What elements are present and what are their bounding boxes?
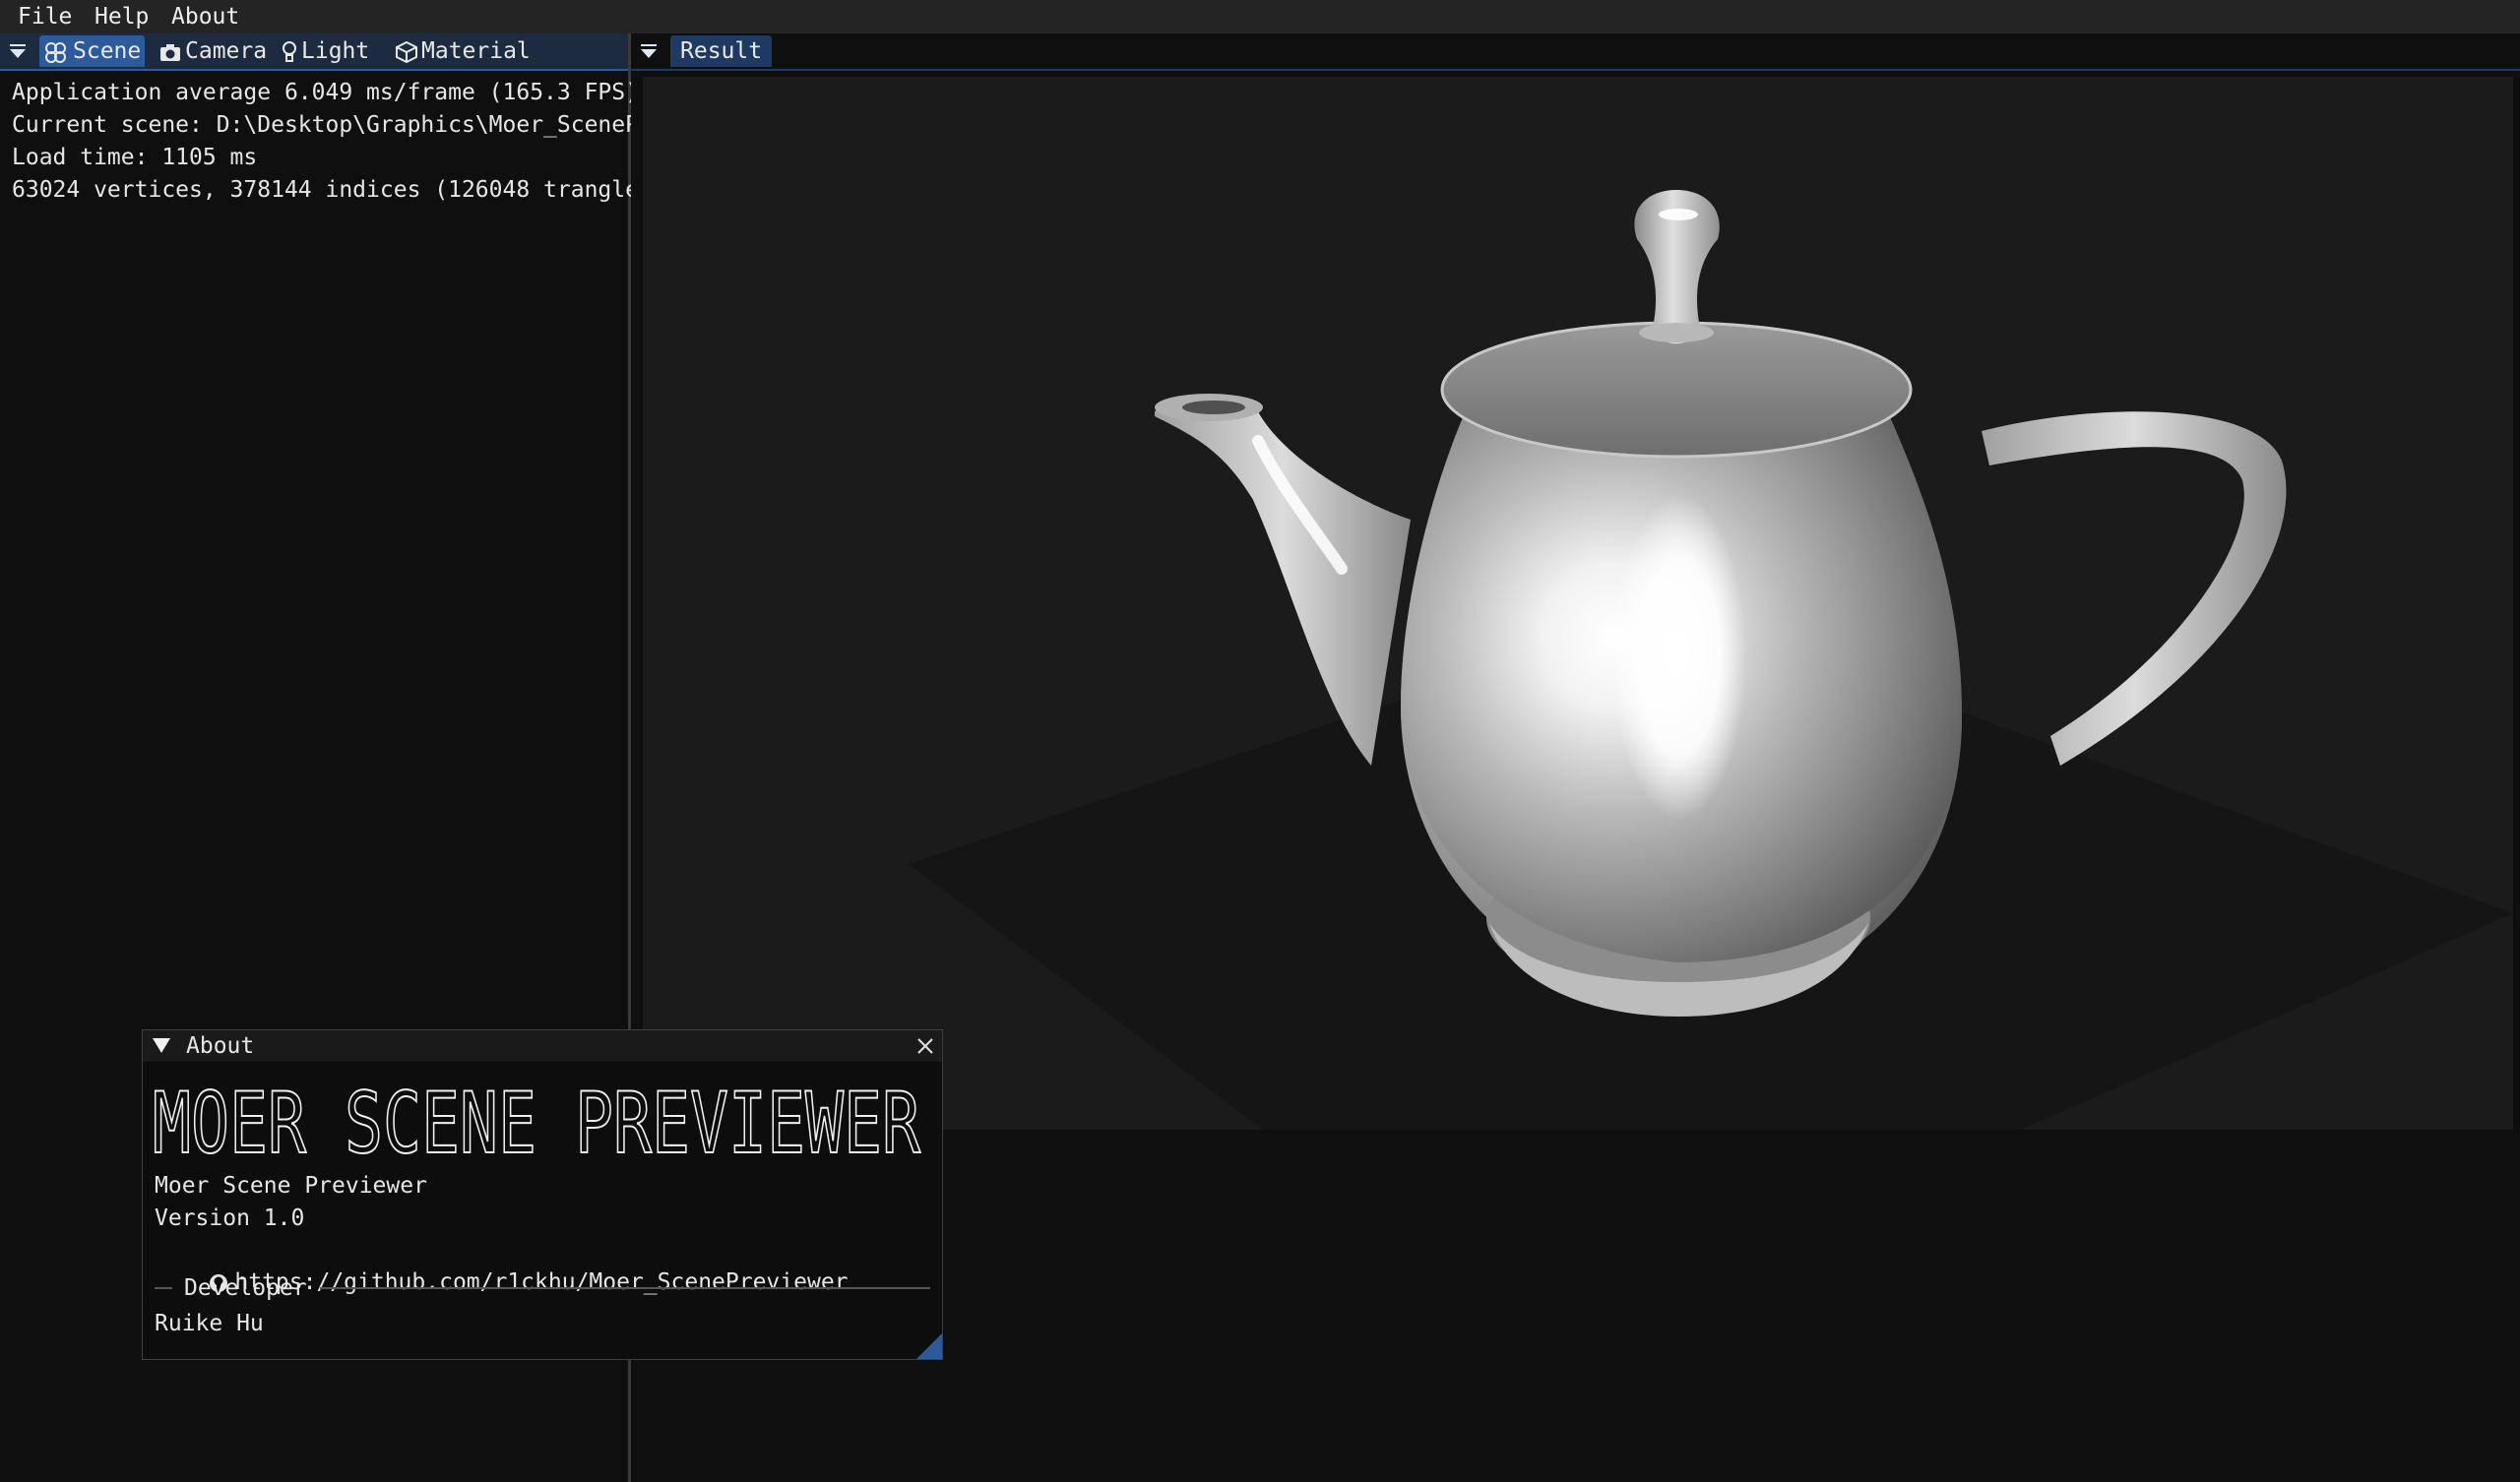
geometry-stats-text: 63024 vertices, 378144 indices (126048 t… (12, 177, 639, 203)
app-name-text: Moer Scene Previewer (155, 1173, 427, 1199)
fps-text: Application average 6.049 ms/frame (165.… (12, 80, 639, 105)
resize-grip[interactable] (916, 1333, 942, 1359)
repo-link[interactable]: https://github.com/r1ckhu/Moer_ScenePrev… (155, 1235, 849, 1295)
material-icon (396, 40, 417, 63)
app-logo-text: MOER SCENE PREVIEWER (153, 1080, 920, 1158)
collapse-triangle-icon[interactable] (639, 41, 659, 61)
tab-camera[interactable]: Camera (156, 35, 271, 67)
tab-result[interactable]: Result (670, 35, 773, 67)
version-text: Version 1.0 (155, 1205, 305, 1231)
developer-heading: Developer (184, 1275, 307, 1301)
about-window[interactable]: About MOER SCENE PREVIEWER Moer Scene Pr… (142, 1029, 943, 1360)
tab-light[interactable]: Light (278, 35, 373, 67)
teapot-render (909, 190, 2513, 1130)
tab-material[interactable]: Material (392, 35, 535, 67)
about-title: About (186, 1033, 255, 1059)
menu-file[interactable]: File (14, 0, 76, 33)
tab-scene[interactable]: Scene (39, 35, 146, 67)
developer-name: Ruike Hu (155, 1311, 264, 1336)
menu-about[interactable]: About (167, 0, 243, 33)
light-icon (283, 40, 296, 62)
tab-result-label: Result (680, 38, 763, 64)
menu-bar: File Help About (0, 0, 2520, 34)
scene-icon (45, 41, 66, 63)
tab-scene-label: Scene (73, 38, 142, 64)
tab-light-label: Light (301, 38, 370, 64)
about-title-bar[interactable]: About (143, 1030, 942, 1062)
tab-material-label: Material (421, 38, 531, 64)
app-logo: MOER SCENE PREVIEWER (153, 1080, 930, 1158)
scene-path-text: Current scene: D:\Desktop\Graphics\Moer_… (12, 112, 639, 138)
load-time-text: Load time: 1105 ms (12, 145, 258, 170)
result-tab-bar: Result (631, 33, 2520, 71)
collapse-triangle-icon[interactable] (8, 41, 28, 61)
menu-help[interactable]: Help (91, 0, 153, 33)
close-icon[interactable] (916, 1037, 934, 1055)
tab-camera-label: Camera (185, 38, 268, 64)
scene-tab-bar: Scene Camera Light Material (0, 33, 628, 71)
camera-icon (160, 43, 180, 61)
developer-separator: Developer (155, 1272, 932, 1304)
collapse-triangle-icon[interactable] (153, 1038, 170, 1054)
render-viewport[interactable] (643, 77, 2513, 1130)
